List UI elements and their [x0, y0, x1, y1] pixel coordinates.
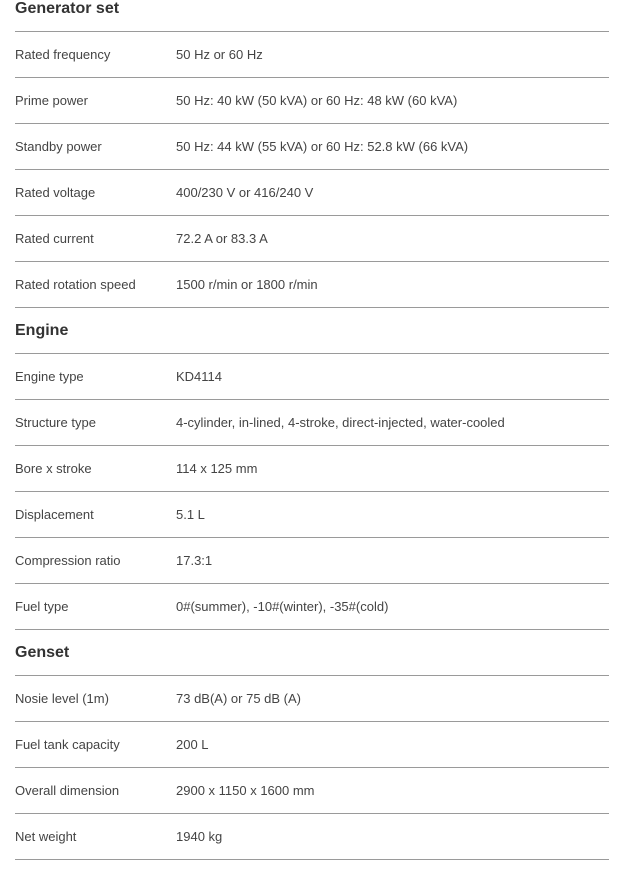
spec-row: Structure type 4-cylinder, in-lined, 4-st… [15, 400, 609, 446]
spec-value: 4-cylinder, in-lined, 4-stroke, direct-i… [176, 415, 505, 430]
spec-table: Generator set Rated frequency 50 Hz or 60 … [0, 0, 627, 860]
spec-value: 50 Hz or 60 Hz [176, 47, 263, 62]
spec-value: 1500 r/min or 1800 r/min [176, 277, 318, 292]
spec-label: Bore x stroke [15, 461, 92, 476]
spec-label: Engine type [15, 369, 84, 384]
spec-row: Prime power 50 Hz: 40 kW (50 kVA) or 60 H… [15, 78, 609, 124]
spec-row: Fuel type 0#(summer), -10#(winter), -35#(… [15, 584, 609, 630]
spec-label: Fuel type [15, 599, 69, 614]
spec-label: Standby power [15, 139, 102, 154]
spec-row: Rated current 72.2 A or 83.3 A [15, 216, 609, 262]
section-heading: Engine [15, 308, 609, 354]
spec-label: Rated current [15, 231, 94, 246]
spec-label: Rated rotation speed [15, 277, 136, 292]
spec-value: 2900 x 1150 x 1600 mm [176, 783, 315, 798]
spec-value: 73 dB(A) or 75 dB (A) [176, 691, 301, 706]
spec-row: Overall dimension 2900 x 1150 x 1600 mm [15, 768, 609, 814]
section-heading: Generator set [15, 0, 609, 32]
spec-row: Displacement 5.1 L [15, 492, 609, 538]
spec-value: KD4114 [176, 369, 223, 384]
spec-value: 50 Hz: 44 kW (55 kVA) or 60 Hz: 52.8 kW … [176, 139, 469, 154]
section-heading: Genset [15, 630, 609, 676]
spec-value: 200 L [176, 737, 209, 752]
spec-label: Compression ratio [15, 553, 121, 568]
spec-label: Rated frequency [15, 47, 111, 62]
spec-row: Standby power 50 Hz: 44 kW (55 kVA) or 60… [15, 124, 609, 170]
spec-row: Fuel tank capacity 200 L [15, 722, 609, 768]
spec-label: Fuel tank capacity [15, 737, 120, 752]
spec-row: Rated frequency 50 Hz or 60 Hz [15, 32, 609, 78]
spec-row: Rated voltage 400/230 V or 416/240 V [15, 170, 609, 216]
spec-value: 50 Hz: 40 kW (50 kVA) or 60 Hz: 48 kW (6… [176, 93, 458, 108]
spec-row: Nosie level (1m) 73 dB(A) or 75 dB (A) [15, 676, 609, 722]
spec-row: Rated rotation speed 1500 r/min or 1800 r… [15, 262, 609, 308]
spec-row: Compression ratio 17.3:1 [15, 538, 609, 584]
spec-row: Net weight 1940 kg [15, 814, 609, 860]
spec-label: Displacement [15, 507, 94, 522]
spec-value: 72.2 A or 83.3 A [176, 231, 268, 246]
spec-value: 1940 kg [176, 829, 223, 844]
spec-label: Structure type [15, 415, 96, 430]
spec-label: Prime power [15, 93, 88, 108]
spec-value: 114 x 125 mm [176, 461, 258, 476]
spec-value: 400/230 V or 416/240 V [176, 185, 314, 200]
spec-label: Overall dimension [15, 783, 120, 798]
spec-value: 5.1 L [176, 507, 205, 522]
spec-row: Bore x stroke 114 x 125 mm [15, 446, 609, 492]
spec-row: Engine type KD4114 [15, 354, 609, 400]
spec-label: Rated voltage [15, 185, 96, 200]
spec-value: 0#(summer), -10#(winter), -35#(cold) [176, 599, 389, 614]
spec-label: Nosie level (1m) [15, 691, 109, 706]
spec-value: 17.3:1 [176, 553, 213, 568]
spec-label: Net weight [15, 829, 77, 844]
